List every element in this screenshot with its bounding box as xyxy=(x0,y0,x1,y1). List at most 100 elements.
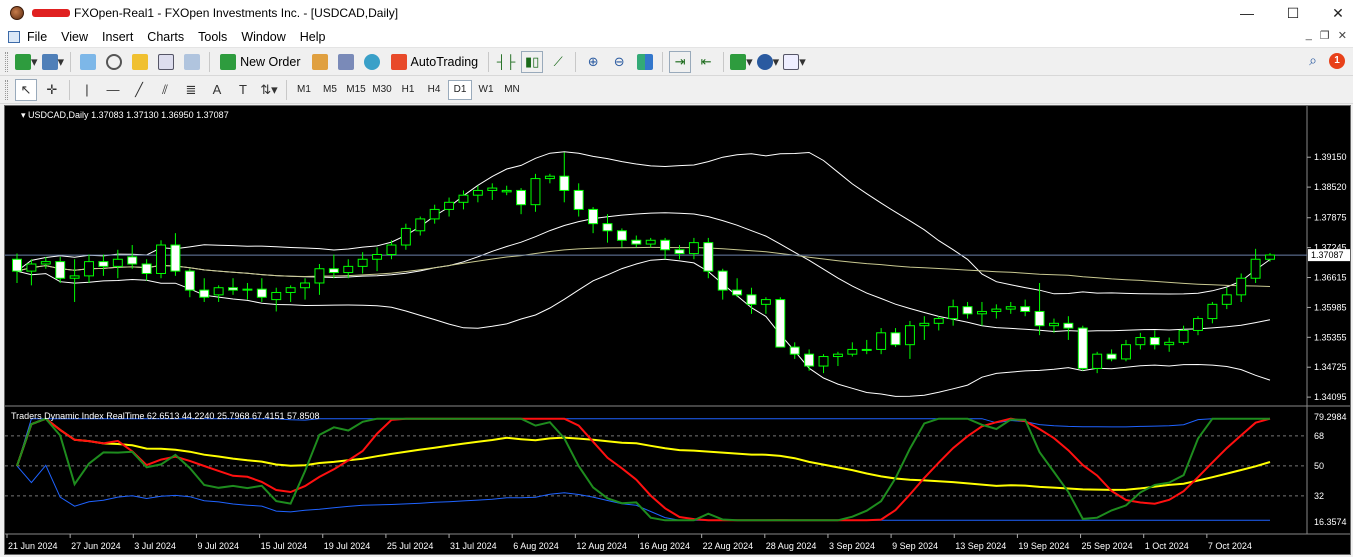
clock-icon xyxy=(756,53,773,70)
channel-tool[interactable]: ⫽ xyxy=(154,79,176,101)
mdi-restore-icon[interactable]: ❐ xyxy=(1320,29,1330,42)
menu-view[interactable]: View xyxy=(54,30,95,44)
notification-badge[interactable]: 1 xyxy=(1329,52,1345,69)
time-tick-label: 9 Sep 2024 xyxy=(892,541,938,551)
time-tick-label: 27 Jun 2024 xyxy=(71,541,121,551)
toolbar-grip[interactable] xyxy=(5,79,8,100)
mdi-close-icon[interactable]: ✕ xyxy=(1338,29,1347,42)
new-order-button[interactable]: New Order xyxy=(216,51,304,73)
new-chart-button[interactable]: ▾ xyxy=(15,51,38,73)
timeframe-m30[interactable]: M30 xyxy=(370,80,394,100)
candle-bullish xyxy=(487,187,498,191)
timeframe-m5[interactable]: M5 xyxy=(318,80,342,100)
menu-file[interactable]: File xyxy=(20,30,54,44)
cursor-tool[interactable]: ↖ xyxy=(15,78,37,101)
vertical-line-tool[interactable]: | xyxy=(76,79,98,101)
star-folder-icon xyxy=(132,53,149,70)
candle-bullish xyxy=(501,189,512,193)
indicator-tick-label: 79.2984 xyxy=(1314,412,1347,422)
zoom-in-icon: ⊕ xyxy=(587,53,599,69)
candle-bullish xyxy=(876,332,887,350)
candle-bearish xyxy=(631,239,642,245)
new-order-icon xyxy=(220,53,237,70)
candle-bullish xyxy=(343,265,354,274)
price-tick-label: 1.36615 xyxy=(1314,273,1347,283)
terminal-button[interactable] xyxy=(155,51,177,73)
candle-bearish xyxy=(199,289,210,298)
timeframe-h4[interactable]: H4 xyxy=(422,80,446,100)
indicator-tick-label: 16.3574 xyxy=(1314,517,1347,527)
price-chart[interactable]: 1.391501.385201.378751.372451.366151.359… xyxy=(5,106,1350,554)
time-tick-label: 21 Jun 2024 xyxy=(8,541,58,551)
autotrading-button[interactable]: AutoTrading xyxy=(387,51,483,73)
candle-bullish xyxy=(919,322,930,327)
text-label-tool[interactable]: T xyxy=(232,79,254,101)
menu-tools[interactable]: Tools xyxy=(191,30,234,44)
periods-button[interactable]: ▾ xyxy=(756,51,779,73)
fibonacci-tool[interactable]: ≣ xyxy=(180,79,202,101)
time-tick-label: 15 Jul 2024 xyxy=(261,541,308,551)
crosshair-tool[interactable]: ✛ xyxy=(41,79,63,101)
candle-bullish xyxy=(1005,306,1016,310)
timeframe-w1[interactable]: W1 xyxy=(474,80,498,100)
trendline-tool[interactable]: ╱ xyxy=(128,79,150,101)
current-price-label: 1.37087 xyxy=(1311,250,1344,260)
time-tick-label: 3 Jul 2024 xyxy=(134,541,176,551)
navigator-button[interactable] xyxy=(129,51,151,73)
maximize-button[interactable]: ☐ xyxy=(1270,0,1316,26)
arrows-tool[interactable]: ⇅▾ xyxy=(258,79,280,101)
toolbar-separator xyxy=(69,79,70,100)
candle-bullish xyxy=(818,356,829,367)
candle-bullish xyxy=(688,242,699,255)
menu-help[interactable]: Help xyxy=(293,30,333,44)
market-watch-button[interactable] xyxy=(77,51,99,73)
chart-window[interactable]: 1.39150 1.38520 1.37875 1.37245 1.36615 1.359… xyxy=(4,105,1351,555)
autotrading-label: AutoTrading xyxy=(410,54,479,69)
signals-icon xyxy=(337,53,354,70)
minimize-button[interactable]: — xyxy=(1224,0,1270,26)
zoom-in-button[interactable]: ⊕ xyxy=(582,51,604,73)
timeframe-d1[interactable]: D1 xyxy=(448,79,472,100)
candle-bearish xyxy=(141,263,152,274)
metaeditor-button[interactable] xyxy=(309,51,331,73)
market-button[interactable] xyxy=(361,51,383,73)
candlestick-button[interactable]: ▮▯ xyxy=(521,50,544,73)
candle-bearish xyxy=(1077,327,1088,369)
horizontal-line-tool[interactable]: — xyxy=(102,79,124,101)
menu-insert[interactable]: Insert xyxy=(95,30,140,44)
bar-chart-button[interactable]: ┤├ xyxy=(495,51,517,73)
timeframe-m15[interactable]: M15 xyxy=(344,80,368,100)
templates-button[interactable]: ▾ xyxy=(783,51,806,73)
price-tick-label: 1.37875 xyxy=(1314,213,1347,223)
autoscroll-button[interactable]: ⇥ xyxy=(669,50,692,73)
toolbar-separator xyxy=(70,51,72,72)
candle-bullish xyxy=(1265,254,1275,260)
line-chart-button[interactable]: ⟋ xyxy=(547,51,569,73)
search-icon[interactable]: ⌕ xyxy=(1309,52,1317,69)
data-window-button[interactable] xyxy=(103,51,125,73)
candle-bearish xyxy=(1020,306,1031,312)
templates-icon xyxy=(783,53,800,70)
signals-button[interactable] xyxy=(335,51,357,73)
timeframe-m1[interactable]: M1 xyxy=(292,80,316,100)
chart-shift-button[interactable]: ⇤ xyxy=(695,51,717,73)
candle-bullish xyxy=(40,261,51,265)
toolbar-grip[interactable] xyxy=(5,51,8,72)
menu-charts[interactable]: Charts xyxy=(140,30,191,44)
indicator-tick-label: 68 xyxy=(1314,431,1324,441)
zoom-out-button[interactable]: ⊖ xyxy=(608,51,630,73)
market-radar-icon xyxy=(363,53,380,70)
tile-windows-button[interactable] xyxy=(634,51,656,73)
candle-bullish xyxy=(213,287,224,296)
text-tool[interactable]: A xyxy=(206,79,228,101)
menu-window[interactable]: Window xyxy=(234,30,292,44)
candle-bearish xyxy=(616,230,627,241)
profiles-button[interactable]: ▾ xyxy=(41,51,64,73)
mdi-minimize-icon[interactable]: _ xyxy=(1306,29,1312,42)
timeframe-h1[interactable]: H1 xyxy=(396,80,420,100)
close-button[interactable]: ✕ xyxy=(1315,0,1353,26)
strategy-tester-button[interactable] xyxy=(181,51,203,73)
indicators-button[interactable]: ▾ xyxy=(730,51,753,73)
timeframe-mn[interactable]: MN xyxy=(500,80,524,100)
toolbar-separator xyxy=(662,51,664,72)
